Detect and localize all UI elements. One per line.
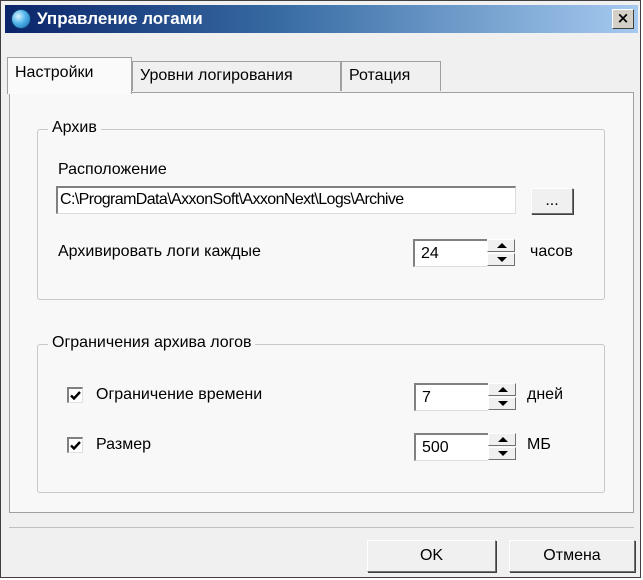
location-field[interactable]: C:\ProgramData\AxxonSoft\AxxonNext\Logs\… [56, 186, 516, 214]
window-title: Управление логами [37, 9, 203, 28]
cancel-button-label: Отмена [543, 547, 601, 564]
app-hexagon-icon [11, 9, 31, 29]
time-limit-unit: дней [527, 386, 564, 403]
ok-button-label: OK [419, 547, 444, 564]
archive-interval-label: Архивировать логи каждые [58, 243, 261, 260]
spin-down-button[interactable] [488, 397, 516, 410]
size-limit-unit: МБ [527, 436, 551, 453]
spin-down-button[interactable] [487, 253, 515, 266]
tab-settings-label: Настройки [15, 64, 94, 81]
tab-settings[interactable]: Настройки [7, 57, 132, 94]
footer-divider [9, 527, 634, 528]
arrow-up-icon [497, 243, 507, 248]
ok-button[interactable]: OK [367, 540, 496, 572]
archive-group: Архив Расположение C:\ProgramData\AxxonS… [37, 119, 605, 300]
cancel-button[interactable]: Отмена [509, 540, 635, 572]
settings-panel: Архив Расположение C:\ProgramData\AxxonS… [9, 92, 634, 513]
time-limit-input[interactable]: 7 [414, 383, 488, 411]
tab-logging-levels-label: Уровни логирования [140, 67, 293, 84]
browse-button-label: ... [545, 192, 559, 209]
checkmark-icon [70, 391, 81, 401]
log-management-dialog: Управление логами × Настройки Уровни лог… [0, 0, 641, 578]
limits-group: Ограничения архива логов Ограничение вре… [37, 334, 605, 493]
tab-rotation-label: Ротация [349, 67, 411, 84]
spin-up-button[interactable] [488, 383, 516, 396]
title-bar[interactable]: Управление логами × [5, 5, 638, 33]
time-limit-spinner: 7 [414, 383, 518, 411]
size-limit-spinner: 500 [414, 433, 518, 461]
close-button[interactable]: × [612, 9, 634, 29]
spinner-arrows [488, 433, 518, 461]
size-limit-input[interactable]: 500 [414, 433, 488, 461]
tab-logging-levels[interactable]: Уровни логирования [132, 61, 341, 91]
spinner-arrows [487, 239, 517, 267]
arrow-down-icon [498, 401, 508, 406]
size-limit-checkbox[interactable] [67, 437, 83, 453]
archive-interval-input[interactable]: 24 [413, 239, 487, 267]
browse-button[interactable]: ... [531, 188, 573, 214]
archive-interval-spinner: 24 [413, 239, 517, 267]
arrow-down-icon [497, 257, 507, 262]
archive-group-label: Архив [48, 119, 101, 137]
spin-up-button[interactable] [488, 433, 516, 446]
checkmark-icon [70, 441, 81, 451]
spin-up-button[interactable] [487, 239, 515, 252]
time-limit-checkbox[interactable] [67, 387, 83, 403]
spin-down-button[interactable] [488, 447, 516, 460]
arrow-up-icon [498, 387, 508, 392]
size-limit-label: Размер [96, 436, 151, 453]
tab-rotation[interactable]: Ротация [341, 61, 441, 91]
spinner-arrows [488, 383, 518, 411]
time-limit-label: Ограничение времени [96, 386, 263, 403]
arrow-up-icon [498, 437, 508, 442]
arrow-down-icon [498, 451, 508, 456]
limits-group-label: Ограничения архива логов [48, 334, 256, 352]
archive-interval-unit: часов [530, 243, 573, 260]
location-label: Расположение [58, 161, 167, 178]
